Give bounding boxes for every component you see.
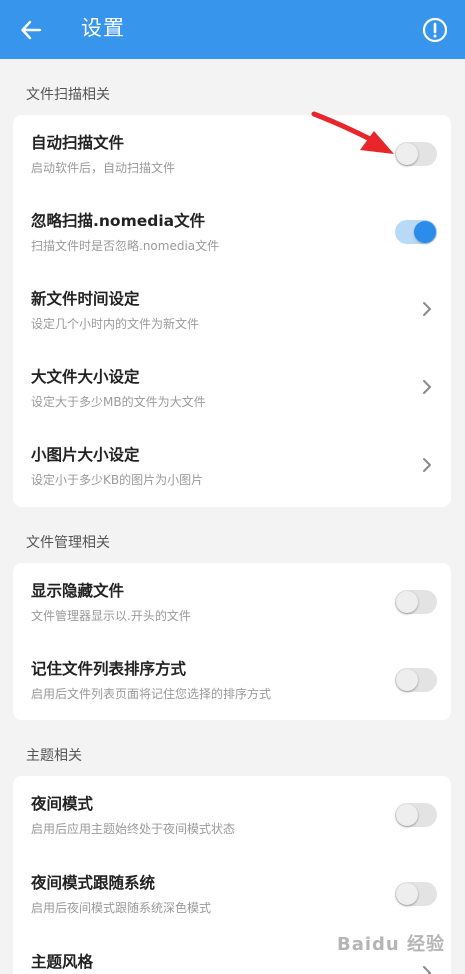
setting-title: 显示隐藏文件	[31, 582, 125, 600]
section-title-manage: 文件管理相关	[26, 535, 110, 551]
setting-night-follow-system[interactable]: 夜间模式跟随系统 启用后夜间模式跟随系统深色模式	[13, 855, 451, 933]
setting-night-mode[interactable]: 夜间模式 启用后应用主题始终处于夜间模式状态	[13, 776, 451, 854]
setting-remember-sort[interactable]: 记住文件列表排序方式 启用后文件列表页面将记住您选择的排序方式	[13, 641, 451, 719]
switch-knob	[396, 883, 418, 905]
setting-title: 主题风格	[31, 953, 94, 971]
setting-title: 忽略扫描.nomedia文件	[31, 212, 206, 230]
page-title: 设置	[81, 16, 125, 40]
setting-title: 夜间模式	[31, 795, 94, 813]
setting-subtitle: 设定大于多少MB的文件为大文件	[31, 395, 206, 409]
setting-show-hidden[interactable]: 显示隐藏文件 文件管理器显示以.开头的文件	[13, 563, 451, 641]
setting-subtitle: 设定小于多少KB的图片为小图片	[31, 473, 204, 487]
show-hidden-switch[interactable]	[395, 590, 437, 614]
setting-subtitle: 启用后文件列表页面将记住您选择的排序方式	[31, 687, 272, 701]
setting-subtitle: 扫描文件时是否忽略.nomedia文件	[31, 239, 220, 253]
section-title-scan: 文件扫描相关	[26, 87, 110, 103]
switch-knob	[396, 591, 418, 613]
app-header: 设置	[0, 0, 465, 59]
ignore-nomedia-switch[interactable]	[395, 220, 437, 244]
setting-title: 小图片大小设定	[31, 446, 140, 464]
setting-title: 记住文件列表排序方式	[31, 660, 187, 678]
setting-subtitle: 设定几个小时内的文件为新文件	[31, 317, 200, 331]
switch-knob	[414, 221, 436, 243]
setting-ignore-nomedia[interactable]: 忽略扫描.nomedia文件 扫描文件时是否忽略.nomedia文件	[13, 193, 451, 271]
setting-subtitle: 文件管理器显示以.开头的文件	[31, 609, 191, 623]
switch-knob	[396, 669, 418, 691]
night-follow-system-switch[interactable]	[395, 882, 437, 906]
setting-title: 大文件大小设定	[31, 368, 140, 386]
setting-new-file-time[interactable]: 新文件时间设定 设定几个小时内的文件为新文件	[13, 271, 451, 349]
card-scan: 自动扫描文件 启动软件后，自动扫描文件 忽略扫描.nomedia文件 扫描文件时…	[13, 115, 451, 507]
setting-title: 夜间模式跟随系统	[31, 874, 156, 892]
setting-title: 新文件时间设定	[31, 290, 140, 308]
back-button[interactable]	[12, 11, 50, 49]
switch-knob	[396, 143, 418, 165]
setting-subtitle: 启用后夜间模式跟随系统深色模式	[31, 901, 212, 915]
watermark: Baidu 经验	[336, 934, 445, 955]
red-arrow-icon	[311, 111, 394, 154]
chevron-right-icon	[423, 966, 431, 974]
info-button[interactable]	[418, 13, 452, 47]
setting-large-file-size[interactable]: 大文件大小设定 设定大于多少MB的文件为大文件	[13, 349, 451, 427]
arrow-left-icon	[21, 20, 42, 40]
chevron-right-icon	[423, 302, 431, 316]
setting-subtitle: 启动软件后，自动扫描文件	[31, 161, 176, 175]
chevron-right-icon	[423, 380, 431, 394]
remember-sort-switch[interactable]	[395, 668, 437, 692]
chevron-right-icon	[423, 458, 431, 472]
switch-knob	[396, 804, 418, 826]
info-circle-icon	[422, 17, 448, 43]
setting-title: 自动扫描文件	[31, 134, 125, 152]
auto-scan-switch[interactable]	[395, 142, 437, 166]
section-title-theme: 主题相关	[26, 748, 82, 764]
setting-small-image-size[interactable]: 小图片大小设定 设定小于多少KB的图片为小图片	[13, 427, 451, 505]
setting-subtitle: 启用后应用主题始终处于夜间模式状态	[31, 822, 236, 836]
night-mode-switch[interactable]	[395, 803, 437, 827]
card-manage: 显示隐藏文件 文件管理器显示以.开头的文件 记住文件列表排序方式 启用后文件列表…	[13, 563, 451, 720]
